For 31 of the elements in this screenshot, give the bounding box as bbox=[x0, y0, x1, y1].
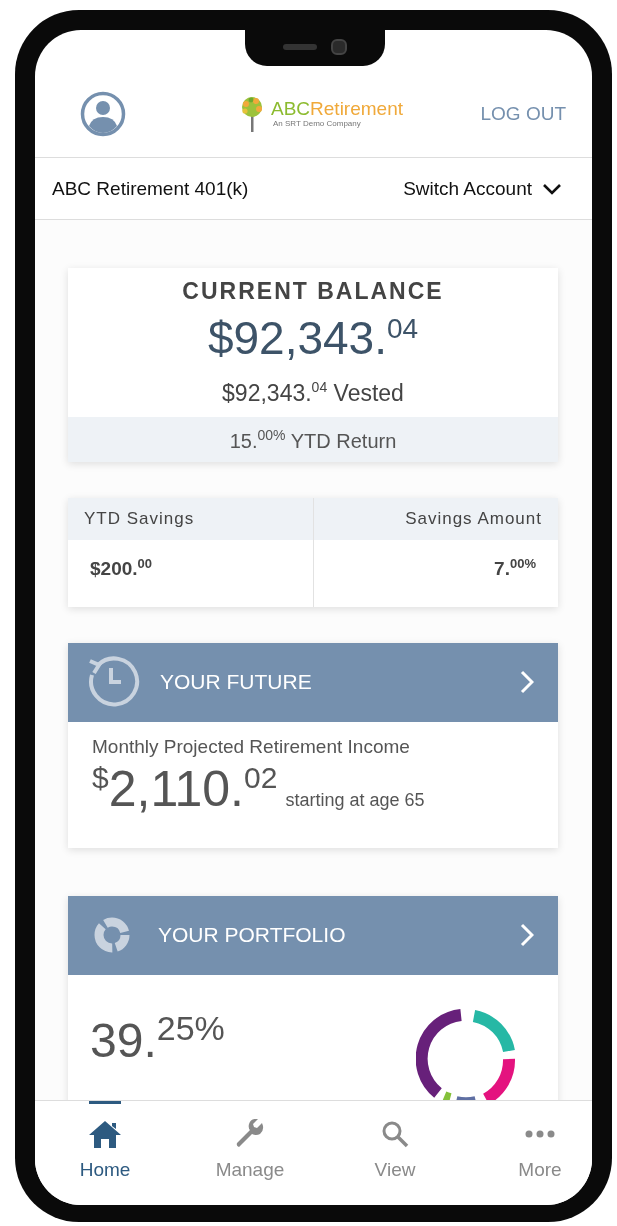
more-dots-icon bbox=[525, 1129, 555, 1139]
ytd-return: 15.$^{00%}$ YTD Return bbox=[68, 416, 558, 463]
vested-amount: $92,343.$^{04}$ Vested bbox=[221, 379, 405, 407]
savings-label: Savings Amount bbox=[313, 498, 558, 541]
future-header[interactable]: YOUR FUTURE bbox=[68, 642, 558, 722]
search-icon bbox=[381, 1119, 409, 1149]
switch-account-button[interactable]: Switch Account bbox=[403, 177, 562, 200]
account-name: ABC Retirement 401(k) bbox=[52, 177, 249, 200]
savings-label: YTD Savings bbox=[68, 498, 313, 541]
chevron-right-icon bbox=[520, 670, 534, 695]
chevron-right-icon bbox=[520, 923, 534, 948]
portfolio-percent: 39.$^{25%}$ bbox=[90, 1008, 225, 1069]
home-icon bbox=[88, 1119, 122, 1149]
projected-income: $^{$}$2,110.$^{02}$ bbox=[92, 759, 278, 818]
balance-amount: $92,343.$^{04}$ bbox=[206, 311, 420, 365]
savings-value: 7.$^{00%}$ bbox=[493, 555, 537, 582]
income-caption: Monthly Projected Retirement Income bbox=[92, 735, 411, 758]
nav-tab[interactable]: View bbox=[355, 1101, 435, 1205]
balance-title: CURRENT BALANCE bbox=[181, 278, 445, 305]
portfolio-header[interactable]: YOUR PORTFOLIO bbox=[68, 895, 558, 975]
logo-wordmark: ABCRetirement bbox=[271, 99, 403, 119]
logo-tagline: An SRT Demo Company bbox=[273, 119, 362, 128]
logout-link[interactable]: LOG OUT bbox=[480, 102, 566, 125]
savings-value: $200.$^{00}$ bbox=[89, 555, 153, 582]
nav-tab[interactable]: More bbox=[500, 1101, 580, 1205]
income-note: starting at age 65 bbox=[285, 789, 425, 811]
nav-tab[interactable]: Manage bbox=[210, 1101, 290, 1205]
profile-icon[interactable] bbox=[80, 90, 126, 137]
wrench-icon bbox=[235, 1119, 265, 1149]
nav-tab[interactable]: Home bbox=[65, 1101, 145, 1205]
chevron-down-icon bbox=[542, 182, 562, 195]
